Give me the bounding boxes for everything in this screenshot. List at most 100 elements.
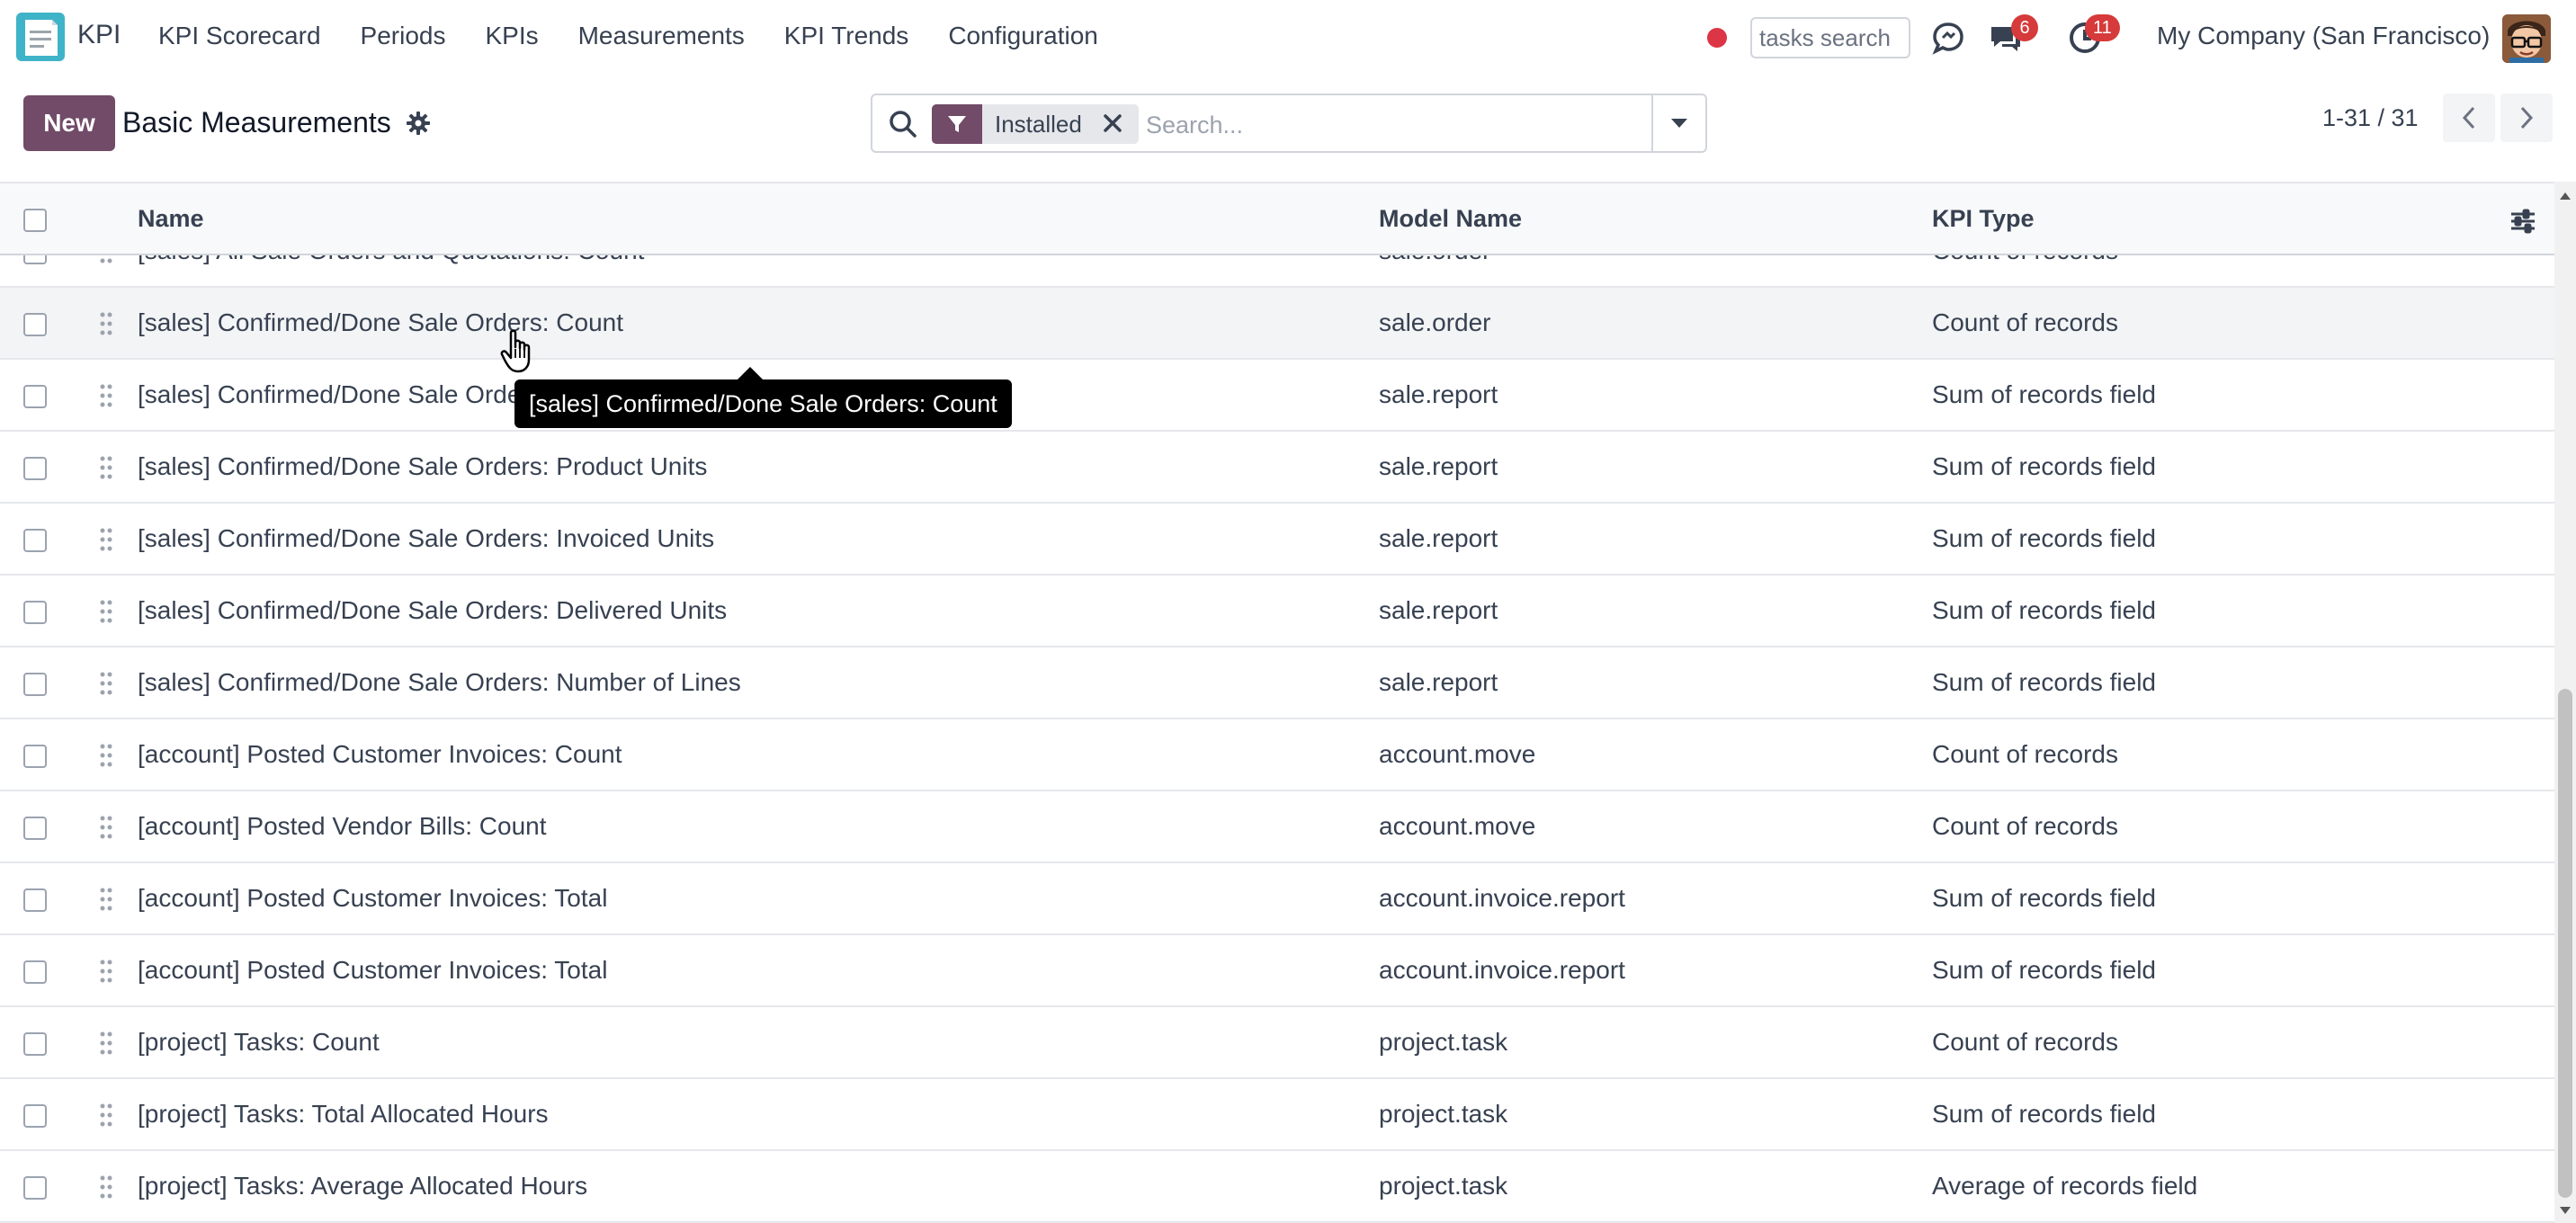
drag-handle-icon[interactable] (99, 815, 113, 840)
cell-model: sale.order (1379, 308, 1491, 336)
gear-icon[interactable] (407, 112, 430, 135)
menu-kpi-scorecard[interactable]: KPI Scorecard (158, 22, 321, 50)
table-row[interactable]: [project] Tasks: Total Allocated Hours p… (0, 1079, 2554, 1151)
cell-name: [sales] Confirmed/Done Sale Orders: Prod… (138, 452, 708, 480)
kpi-app-icon[interactable] (16, 13, 65, 61)
hand-pointer-cursor-icon (500, 329, 531, 373)
table-row[interactable]: [account] Posted Vendor Bills: Count acc… (0, 791, 2554, 863)
row-checkbox[interactable] (23, 457, 47, 480)
list-scrollbar[interactable] (2554, 182, 2576, 1223)
row-checkbox[interactable] (23, 745, 47, 768)
new-button[interactable]: New (23, 95, 115, 151)
app-name[interactable]: KPI (77, 20, 121, 50)
user-avatar[interactable] (2502, 14, 2551, 63)
row-checkbox[interactable] (23, 960, 47, 984)
menu-measurements[interactable]: Measurements (578, 22, 745, 50)
table-row[interactable]: [sales] Confirmed/Done Sale Orders: Invo… (0, 504, 2554, 576)
menu-configuration[interactable]: Configuration (948, 22, 1098, 50)
row-checkbox[interactable] (23, 673, 47, 696)
optional-columns-icon[interactable] (2509, 209, 2536, 234)
cell-kpi-type: Sum of records field (1932, 452, 2156, 480)
pager-previous-button[interactable] (2443, 94, 2495, 142)
table-row[interactable]: [project] Tasks: Average Allocated Hours… (0, 1151, 2554, 1223)
row-checkbox[interactable] (23, 529, 47, 552)
messages-badge: 6 (2011, 14, 2038, 41)
drag-handle-icon[interactable] (99, 671, 113, 696)
table-row[interactable]: [sales] Confirmed/Done Sale Orders: Coun… (0, 288, 2554, 360)
cell-name: [account] Posted Customer Invoices: Tota… (138, 884, 608, 912)
drag-handle-icon[interactable] (99, 959, 113, 984)
cell-kpi-type: Sum of records field (1932, 380, 2156, 408)
row-checkbox[interactable] (23, 313, 47, 336)
table-row[interactable]: [sales] Confirmed/Done Sale Orders: Prod… (0, 432, 2554, 504)
company-switcher[interactable]: My Company (San Francisco) (2157, 22, 2490, 50)
filter-icon (932, 104, 982, 144)
column-header-kpi-type[interactable]: KPI Type (1932, 205, 2035, 233)
pager-next-button[interactable] (2500, 94, 2553, 142)
table-row[interactable]: [sales] Confirmed/Done Sale Orders: Tota… (0, 360, 2554, 432)
cell-model: project.task (1379, 1028, 1508, 1056)
row-checkbox[interactable] (23, 601, 47, 624)
cell-model: account.move (1379, 812, 1536, 840)
cell-kpi-type: Average of records field (1932, 1172, 2198, 1200)
discuss-icon[interactable] (1930, 20, 1966, 56)
cell-name: [sales] Confirmed/Done Sale Orders: Numb… (138, 668, 741, 696)
cell-name: [account] Posted Customer Invoices: Tota… (138, 956, 608, 984)
remove-facet-icon[interactable] (1101, 112, 1124, 135)
scroll-up-arrow-icon[interactable] (2560, 192, 2571, 200)
drag-handle-icon[interactable] (99, 1174, 113, 1200)
table-row[interactable]: [account] Posted Customer Invoices: Tota… (0, 935, 2554, 1007)
activities-badge: 11 (2085, 14, 2120, 41)
row-checkbox[interactable] (23, 817, 47, 840)
drag-handle-icon[interactable] (99, 599, 113, 624)
row-checkbox[interactable] (23, 1032, 47, 1056)
chevron-left-icon (2462, 106, 2475, 129)
drag-handle-icon[interactable] (99, 527, 113, 552)
pager-value[interactable]: 1-31 / 31 (2322, 104, 2419, 132)
row-checkbox[interactable] (23, 1104, 47, 1128)
cell-model: sale.report (1379, 596, 1498, 624)
row-checkbox[interactable] (23, 385, 47, 408)
select-all-checkbox[interactable] (23, 209, 47, 232)
caret-down-icon (1671, 119, 1687, 128)
drag-handle-icon[interactable] (99, 383, 113, 408)
scroll-down-arrow-icon[interactable] (2560, 1207, 2571, 1214)
menu-kpis[interactable]: KPIs (485, 22, 538, 50)
recording-indicator[interactable] (1707, 28, 1727, 48)
column-header-name[interactable]: Name (138, 205, 204, 233)
menu-periods[interactable]: Periods (361, 22, 446, 50)
cell-name: [project] Tasks: Average Allocated Hours (138, 1172, 588, 1200)
drag-handle-icon[interactable] (99, 887, 113, 912)
main-menu: KPI Scorecard Periods KPIs Measurements … (158, 22, 1138, 50)
row-checkbox[interactable] (23, 888, 47, 912)
cell-kpi-type: Sum of records field (1932, 1100, 2156, 1128)
search-icon[interactable] (889, 110, 917, 138)
cell-model: account.move (1379, 740, 1536, 768)
cell-model: sale.report (1379, 668, 1498, 696)
cell-name: [account] Posted Vendor Bills: Count (138, 812, 547, 840)
search-options-toggle[interactable] (1651, 95, 1705, 151)
drag-handle-icon[interactable] (99, 455, 113, 480)
table-row[interactable]: [account] Posted Customer Invoices: Coun… (0, 719, 2554, 791)
table-row[interactable]: [sales] Confirmed/Done Sale Orders: Numb… (0, 647, 2554, 719)
search-input[interactable]: Search... (1146, 112, 1243, 139)
row-checkbox[interactable] (23, 1176, 47, 1200)
cell-name: [sales] Confirmed/Done Sale Orders: Invo… (138, 524, 715, 552)
cell-kpi-type: Count of records (1932, 308, 2118, 336)
menu-kpi-trends[interactable]: KPI Trends (784, 22, 909, 50)
scrollbar-thumb[interactable] (2558, 689, 2572, 1198)
tasks-search-input[interactable]: tasks search (1750, 17, 1910, 58)
column-header-model-name[interactable]: Model Name (1379, 205, 1522, 233)
table-row[interactable]: [sales] Confirmed/Done Sale Orders: Deli… (0, 576, 2554, 647)
drag-handle-icon[interactable] (99, 1102, 113, 1128)
filter-facet: Installed (932, 104, 1139, 144)
facet-label: Installed (995, 110, 1082, 138)
cell-model: project.task (1379, 1100, 1508, 1128)
page-title: Basic Measurements (122, 106, 391, 138)
table-row[interactable]: [project] Tasks: Count project.task Coun… (0, 1007, 2554, 1079)
drag-handle-icon[interactable] (99, 311, 113, 336)
cell-kpi-type: Sum of records field (1932, 596, 2156, 624)
table-row[interactable]: [account] Posted Customer Invoices: Tota… (0, 863, 2554, 935)
drag-handle-icon[interactable] (99, 1031, 113, 1056)
drag-handle-icon[interactable] (99, 743, 113, 768)
